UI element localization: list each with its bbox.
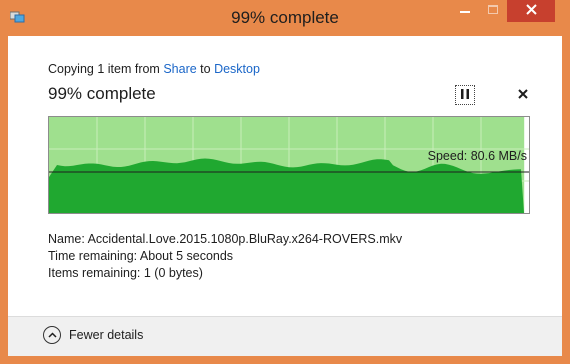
speed-graph: Speed: 80.6 MB/s: [48, 116, 530, 214]
copy-dialog-window: 99% complete Copying 1 item from Share t…: [0, 0, 570, 364]
close-icon: [525, 2, 537, 20]
destination-link[interactable]: Desktop: [214, 62, 260, 76]
close-button[interactable]: [507, 0, 555, 22]
maximize-icon: [488, 2, 498, 20]
copy-prefix: Copying 1 item from: [48, 62, 164, 76]
time-remaining: Time remaining: About 5 seconds: [48, 249, 234, 263]
minimize-button[interactable]: [452, 0, 478, 22]
items-remaining: Items remaining: 1 (0 bytes): [48, 266, 203, 280]
pause-icon: [461, 86, 469, 104]
copy-middle: to: [196, 62, 215, 76]
file-name: Name: Accidental.Love.2015.1080p.BluRay.…: [48, 232, 403, 246]
speed-graph-svg: [49, 117, 529, 213]
speed-label: Speed: 80.6 MB/s: [427, 149, 527, 163]
source-link[interactable]: Share: [163, 62, 196, 76]
fewer-details-button[interactable]: Fewer details: [43, 326, 143, 344]
title-bar[interactable]: 99% complete: [0, 0, 570, 36]
cancel-button[interactable]: [515, 86, 531, 102]
fewer-details-label: Fewer details: [69, 328, 144, 342]
progress-heading: 99% complete: [48, 84, 156, 103]
chevron-up-icon: [43, 326, 61, 344]
pause-button[interactable]: [455, 85, 475, 105]
cancel-icon: [518, 86, 528, 103]
minimize-icon: [460, 2, 470, 20]
dialog-footer: Fewer details: [8, 316, 562, 356]
dialog-body: Copying 1 item from Share to Desktop 99%…: [8, 36, 562, 316]
maximize-button[interactable]: [480, 0, 506, 22]
copy-description: Copying 1 item from Share to Desktop: [48, 62, 260, 76]
